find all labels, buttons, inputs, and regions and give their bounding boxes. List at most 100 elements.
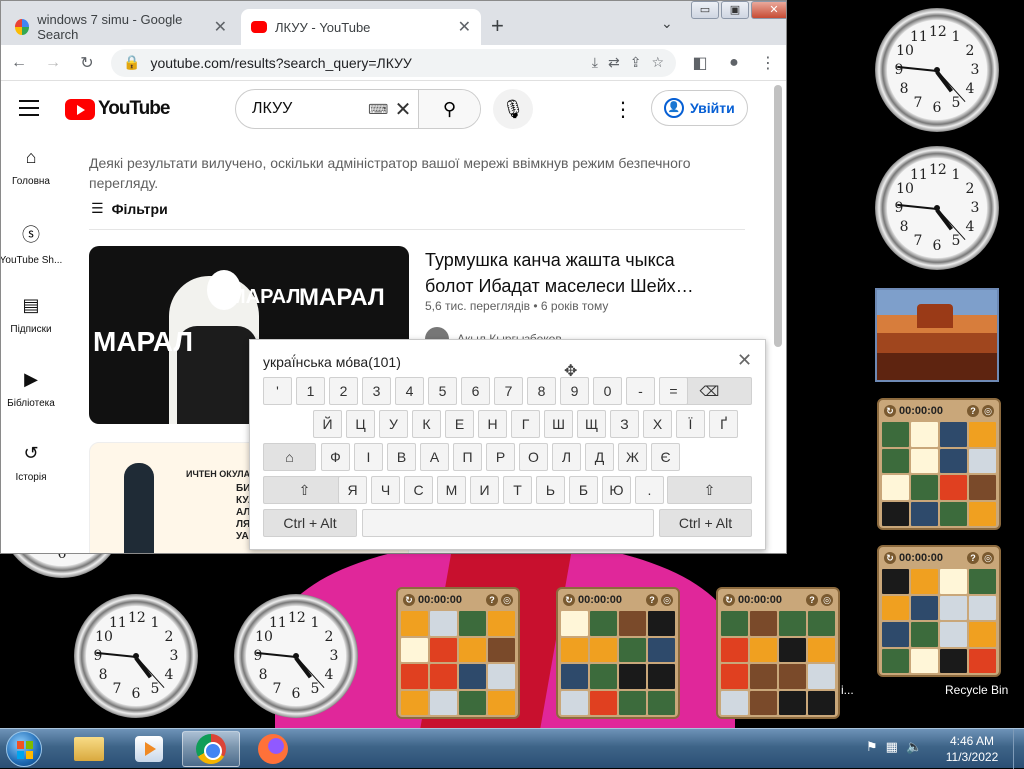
show-desktop-button[interactable] xyxy=(1013,729,1024,769)
clock-gadget[interactable]: 121234567891011 xyxy=(875,146,999,270)
letter-key[interactable]: П xyxy=(453,443,482,471)
video-title[interactable]: Турмушка канча жашта чыкса болот Ибадат … xyxy=(425,247,725,299)
letter-key[interactable]: І xyxy=(354,443,383,471)
profile-icon[interactable]: ● xyxy=(724,54,744,72)
letter-key[interactable]: В xyxy=(387,443,416,471)
letter-key[interactable]: И xyxy=(470,476,499,504)
desktop-icon-label[interactable]: i... xyxy=(841,683,854,697)
sidebar-item-history[interactable]: ↺ Історія xyxy=(1,443,61,517)
forward-icon[interactable]: → xyxy=(43,54,63,72)
letter-key[interactable]: Ф xyxy=(321,443,350,471)
close-keyboard-icon[interactable]: ✕ xyxy=(737,350,752,371)
number-key[interactable]: 4 xyxy=(395,377,424,405)
back-icon[interactable]: ← xyxy=(9,54,29,72)
letter-key[interactable]: М xyxy=(437,476,466,504)
shift-right-key[interactable]: ⇧ xyxy=(667,476,752,504)
action-center-icon[interactable]: ⚑ xyxy=(866,739,878,755)
letter-key[interactable]: О xyxy=(519,443,548,471)
chrome-taskbar-button[interactable] xyxy=(182,731,240,767)
puzzle-gadget[interactable]: ↻ 00:00:00? ◎ xyxy=(877,545,1001,677)
number-key[interactable]: = xyxy=(659,377,688,405)
shift-left-key[interactable]: ⇧ xyxy=(263,476,346,504)
maximize-button[interactable]: ▣ xyxy=(721,1,749,19)
number-key[interactable]: 1 xyxy=(296,377,325,405)
translate-icon[interactable]: ⇄ xyxy=(608,54,620,71)
puzzle-gadget[interactable]: ↻ 00:00:00? ◎ xyxy=(877,398,1001,530)
taskbar-clock[interactable]: 4:46 AM 11/3/2022 xyxy=(940,733,1004,765)
reload-icon[interactable]: ↻ xyxy=(77,53,97,73)
puzzle-gadget[interactable]: ↻ 00:00:00? ◎ xyxy=(556,587,680,719)
letter-key[interactable]: Ж xyxy=(618,443,647,471)
tab-search-icon[interactable]: ⌄ xyxy=(661,15,673,32)
install-icon[interactable]: ⤓ xyxy=(592,54,598,71)
number-key[interactable]: 3 xyxy=(362,377,391,405)
search-button[interactable]: ⚲ xyxy=(418,90,480,128)
address-bar[interactable]: 🔒 youtube.com/results?search_query=ЛКУУ … xyxy=(111,48,676,77)
letter-key[interactable]: З xyxy=(610,410,639,438)
space-key[interactable] xyxy=(362,509,654,537)
ctrl-alt-left-key[interactable]: Ctrl + Alt xyxy=(263,509,357,537)
letter-key[interactable]: А xyxy=(420,443,449,471)
number-key[interactable]: 6 xyxy=(461,377,490,405)
number-key[interactable]: 7 xyxy=(494,377,523,405)
share-icon[interactable]: ⇪ xyxy=(630,54,642,71)
scrollbar[interactable] xyxy=(774,85,782,347)
hamburger-menu-icon[interactable] xyxy=(19,100,39,116)
filters-button[interactable]: ☰ Фільтри xyxy=(91,200,168,217)
slideshow-gadget[interactable] xyxy=(875,288,999,382)
letter-key[interactable]: Н xyxy=(478,410,507,438)
firefox-taskbar-button[interactable] xyxy=(244,731,302,767)
bookmark-star-icon[interactable]: ☆ xyxy=(651,54,664,71)
letter-key[interactable]: Л xyxy=(552,443,581,471)
sidebar-item-shorts[interactable]: ⓢ YouTube Sh... xyxy=(1,221,62,295)
letter-key[interactable]: Ш xyxy=(544,410,573,438)
letter-key[interactable]: Б xyxy=(569,476,598,504)
search-input[interactable]: ЛКУУ xyxy=(236,100,368,118)
youtube-logo[interactable]: YouTube xyxy=(65,98,170,120)
letter-key[interactable]: С xyxy=(404,476,433,504)
letter-key[interactable]: Ь xyxy=(536,476,565,504)
media-player-taskbar-button[interactable] xyxy=(120,731,178,767)
start-button[interactable] xyxy=(6,731,42,767)
sidebar-item-subscriptions[interactable]: ▤ Підписки xyxy=(1,295,61,369)
puzzle-gadget[interactable]: ↻ 00:00:00? ◎ xyxy=(716,587,840,719)
letter-key[interactable]: Д xyxy=(585,443,614,471)
volume-icon[interactable]: 🔈 xyxy=(906,739,922,755)
letter-key[interactable]: Т xyxy=(503,476,532,504)
letter-key[interactable]: Р xyxy=(486,443,515,471)
tab-google-search[interactable]: windows 7 simu - Google Search ✕ xyxy=(5,9,237,45)
letter-key[interactable]: Я xyxy=(338,476,367,504)
close-tab-icon[interactable]: ✕ xyxy=(458,17,471,37)
network-icon[interactable]: ▦ xyxy=(886,739,898,755)
ctrl-alt-right-key[interactable]: Ctrl + Alt xyxy=(659,509,752,537)
explorer-taskbar-button[interactable] xyxy=(60,731,118,767)
number-key[interactable]: 9 xyxy=(560,377,589,405)
clock-gadget[interactable]: 121234567891011 xyxy=(234,594,358,718)
menu-icon[interactable]: ⋮ xyxy=(758,53,778,73)
letter-key[interactable]: Г xyxy=(511,410,540,438)
sidebar-item-library[interactable]: ▶ Бібліотека xyxy=(1,369,61,443)
sign-in-button[interactable]: 👤 Увійти xyxy=(651,90,748,126)
letter-key[interactable]: Щ xyxy=(577,410,606,438)
number-key[interactable]: ' xyxy=(263,377,292,405)
close-tab-icon[interactable]: ✕ xyxy=(214,17,227,37)
side-panel-icon[interactable]: ◧ xyxy=(690,53,710,73)
number-key[interactable]: 2 xyxy=(329,377,358,405)
more-options-icon[interactable]: ⋮ xyxy=(613,97,633,122)
recycle-bin-label[interactable]: Recycle Bin xyxy=(945,683,1008,697)
sidebar-item-home[interactable]: ⌂ Головна xyxy=(1,147,61,221)
letter-key[interactable]: Ч xyxy=(371,476,400,504)
letter-key[interactable]: Ю xyxy=(602,476,631,504)
minimize-button[interactable]: ▭ xyxy=(691,1,719,19)
letter-key[interactable]: Ц xyxy=(346,410,375,438)
letter-key[interactable]: Е xyxy=(445,410,474,438)
new-tab-button[interactable]: + xyxy=(491,13,504,39)
keyboard-icon[interactable]: ⌨ xyxy=(368,101,388,118)
number-key[interactable]: - xyxy=(626,377,655,405)
number-key[interactable]: 5 xyxy=(428,377,457,405)
letter-key[interactable]: Ї xyxy=(676,410,705,438)
number-key[interactable]: 0 xyxy=(593,377,622,405)
clear-search-icon[interactable]: ✕ xyxy=(388,97,418,122)
letter-key[interactable]: У xyxy=(379,410,408,438)
clock-gadget[interactable]: 121234567891011 xyxy=(875,8,999,132)
